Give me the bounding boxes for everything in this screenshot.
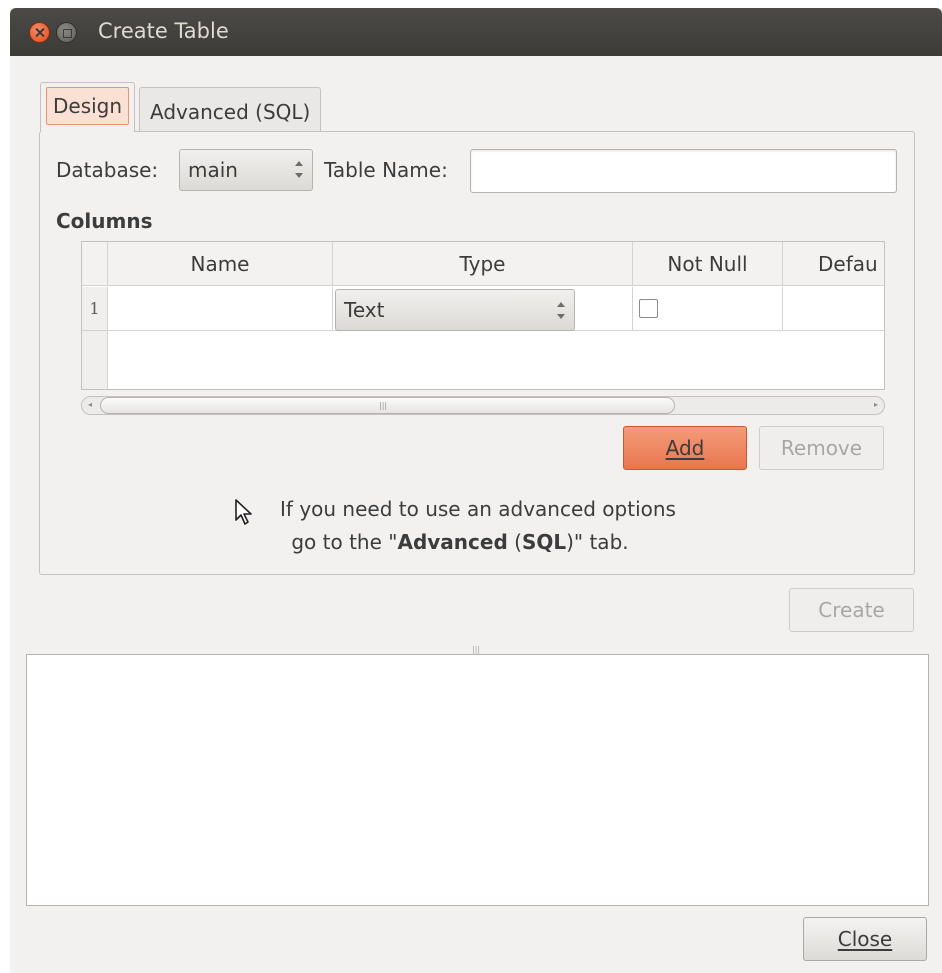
scrollbar-thumb[interactable]: ||| (100, 397, 675, 414)
create-button[interactable]: Create (789, 588, 914, 632)
maximize-window-icon[interactable] (56, 22, 77, 43)
close-window-icon[interactable] (29, 22, 50, 43)
column-header-default[interactable]: Defau (783, 242, 884, 286)
table-name-input[interactable] (470, 149, 897, 193)
hint-line-2: go to the "Advanced (SQL)" tab. (291, 530, 629, 554)
columns-heading: Columns (56, 209, 153, 233)
type-select[interactable]: Text (335, 289, 575, 331)
column-header-not-null[interactable]: Not Null (633, 242, 783, 286)
not-null-checkbox[interactable] (639, 299, 658, 318)
pane-grip-icon[interactable]: ||| (472, 645, 480, 654)
window-title: Create Table (98, 19, 229, 43)
cell-name[interactable] (108, 287, 333, 331)
column-header-type[interactable]: Type (333, 242, 633, 286)
horizontal-scrollbar[interactable]: ◂ ||| ▸ (81, 396, 885, 415)
title-bar: Create Table (10, 8, 942, 56)
create-table-dialog: Create Table Design Advanced (SQL) Datab… (10, 8, 942, 973)
row-header-empty (82, 331, 108, 389)
database-label: Database: (56, 158, 159, 182)
database-select-value: main (188, 158, 238, 182)
columns-table: Name Type Not Null Defau 1 Text (81, 241, 885, 390)
close-button[interactable]: Close (803, 917, 927, 961)
add-column-button[interactable]: Add (623, 426, 747, 470)
scroll-left-icon[interactable]: ◂ (88, 400, 92, 409)
advanced-hint: If you need to use an advanced options g… (220, 493, 700, 559)
tab-advanced-sql[interactable]: Advanced (SQL) (139, 87, 322, 135)
table-name-label: Table Name: (324, 158, 448, 182)
tab-design[interactable]: Design (40, 82, 136, 132)
type-select-value: Text (344, 298, 385, 322)
hint-line-1: If you need to use an advanced options (280, 497, 676, 521)
grip-icon: ||| (379, 401, 388, 410)
output-log-area[interactable] (26, 654, 929, 906)
tab-design-label: Design (46, 87, 130, 125)
row-header-corner (82, 242, 108, 286)
column-header-name[interactable]: Name (108, 242, 333, 286)
remove-column-button[interactable]: Remove (759, 426, 884, 470)
row-number: 1 (82, 287, 108, 331)
close-button-label: Close (837, 927, 893, 951)
database-select[interactable]: main (179, 149, 313, 191)
add-button-label: Add (665, 436, 705, 460)
scroll-right-icon[interactable]: ▸ (874, 400, 878, 409)
cell-default[interactable] (783, 287, 884, 331)
